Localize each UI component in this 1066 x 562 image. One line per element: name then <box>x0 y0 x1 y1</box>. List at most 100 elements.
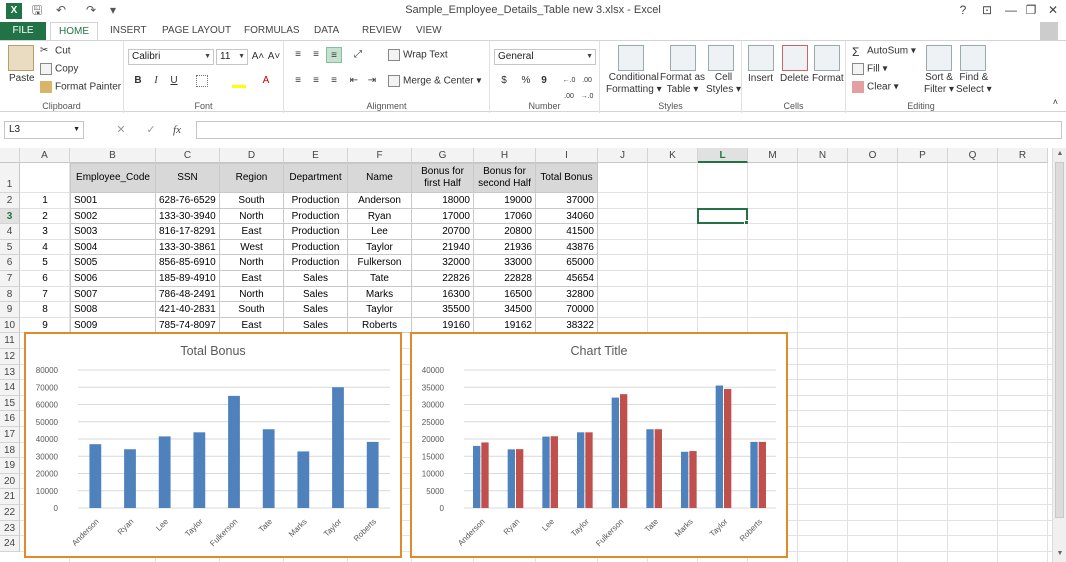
column-header-d[interactable]: D <box>220 148 284 163</box>
row-header-21[interactable]: 21 <box>0 489 20 505</box>
cut-button[interactable]: ✂ Cut <box>40 45 71 57</box>
table-cell[interactable]: North <box>220 286 284 303</box>
row-header-22[interactable]: 22 <box>0 505 20 521</box>
row-header-17[interactable]: 17 <box>0 427 20 443</box>
align-center-icon[interactable]: ≡ <box>308 73 324 89</box>
middle-align-icon[interactable]: ≡ <box>308 47 324 63</box>
table-cell[interactable]: 33000 <box>474 255 536 271</box>
fill-handle[interactable] <box>744 220 749 226</box>
row-index-cell[interactable]: 5 <box>20 255 70 271</box>
clear-button[interactable]: Clear ▾ <box>852 81 899 93</box>
ribbon-display-options-button[interactable]: ⊡ <box>976 2 998 18</box>
row-index-cell[interactable]: 3 <box>20 224 70 240</box>
row-header-9[interactable]: 9 <box>0 302 20 318</box>
row-header-12[interactable]: 12 <box>0 349 20 365</box>
table-cell[interactable]: 34500 <box>474 302 536 318</box>
vertical-scrollbar[interactable]: ▲ ▼ <box>1052 148 1066 562</box>
table-cell[interactable]: 185-89-4910 <box>156 271 220 287</box>
font-name-dropdown[interactable]: Calibri ▼ <box>128 49 214 65</box>
name-box[interactable]: L3 ▼ <box>4 121 84 139</box>
user-avatar-icon[interactable] <box>1040 22 1058 40</box>
table-header-cell[interactable]: Bonus for first Half <box>412 163 474 193</box>
table-cell[interactable]: Production <box>284 208 348 225</box>
row-index-cell[interactable]: 4 <box>20 240 70 256</box>
table-cell[interactable]: S005 <box>70 255 156 271</box>
format-painter-button[interactable]: Format Painter <box>40 81 121 93</box>
scroll-down-icon[interactable]: ▼ <box>1053 548 1066 560</box>
table-cell[interactable]: Production <box>284 193 348 209</box>
row-header-20[interactable]: 20 <box>0 473 20 490</box>
bold-button[interactable]: B <box>130 73 146 89</box>
table-cell[interactable]: Lee <box>348 224 412 240</box>
table-cell[interactable]: 133-30-3940 <box>156 208 220 225</box>
row-header-3[interactable]: 3 <box>0 208 20 225</box>
table-header-cell[interactable]: Employee_Code <box>70 163 156 193</box>
row-header-5[interactable]: 5 <box>0 239 20 256</box>
table-cell[interactable]: Marks <box>348 286 412 303</box>
table-cell[interactable]: 133-30-3861 <box>156 239 220 256</box>
comma-style-button[interactable]: 9 <box>536 73 552 89</box>
row-header-6[interactable]: 6 <box>0 255 20 271</box>
font-size-dropdown[interactable]: 11 ▼ <box>216 49 248 65</box>
table-cell[interactable]: Tate <box>348 271 412 287</box>
select-all-corner[interactable] <box>0 148 20 163</box>
collapse-ribbon-icon[interactable]: ˄ <box>1053 97 1058 107</box>
table-cell[interactable]: 628-76-6529 <box>156 193 220 209</box>
column-header-a[interactable]: A <box>20 148 70 163</box>
table-cell[interactable]: 421-40-2831 <box>156 302 220 318</box>
table-cell[interactable]: Production <box>284 255 348 271</box>
table-cell[interactable]: Ryan <box>348 208 412 225</box>
table-header-cell[interactable]: Name <box>348 163 412 193</box>
row-header-23[interactable]: 23 <box>0 520 20 537</box>
column-header-q[interactable]: Q <box>948 148 998 163</box>
table-cell[interactable]: 16300 <box>412 286 474 303</box>
row-header-24[interactable]: 24 <box>0 536 20 552</box>
table-cell[interactable]: 34060 <box>536 208 598 225</box>
cell-styles-icon[interactable] <box>708 45 734 71</box>
align-left-icon[interactable]: ≡ <box>290 73 306 89</box>
table-cell[interactable]: South <box>220 302 284 318</box>
row-header-2[interactable]: 2 <box>0 193 20 209</box>
row-header-14[interactable]: 14 <box>0 380 20 396</box>
sort-filter-button[interactable]: Sort & Filter ▾ <box>924 72 954 96</box>
row-header-7[interactable]: 7 <box>0 271 20 287</box>
top-align-icon[interactable]: ≡ <box>290 47 306 63</box>
tab-data[interactable]: DATA <box>306 22 347 40</box>
table-cell[interactable]: 35500 <box>412 302 474 318</box>
table-cell[interactable]: 32000 <box>412 255 474 271</box>
close-button[interactable]: ✕ <box>1042 2 1064 18</box>
table-cell[interactable]: Taylor <box>348 239 412 256</box>
table-cell[interactable]: 20800 <box>474 224 536 240</box>
tab-file[interactable]: FILE <box>0 22 46 40</box>
table-cell[interactable]: 43876 <box>536 239 598 256</box>
format-as-table-icon[interactable] <box>670 45 696 71</box>
delete-cells-icon[interactable] <box>782 45 808 71</box>
table-cell[interactable]: S003 <box>70 224 156 240</box>
cancel-icon[interactable]: ✕ <box>112 122 130 138</box>
column-header-n[interactable]: N <box>798 148 848 163</box>
column-header-k[interactable]: K <box>648 148 698 163</box>
conditional-formatting-icon[interactable] <box>618 45 644 71</box>
row-index-cell[interactable]: 1 <box>20 193 70 209</box>
number-format-dropdown[interactable]: General ▼ <box>494 49 596 65</box>
row-header-11[interactable]: 11 <box>0 333 20 349</box>
table-header-cell[interactable]: SSN <box>156 163 220 193</box>
row-header-1[interactable]: 1 <box>0 163 20 193</box>
row-header-15[interactable]: 15 <box>0 395 20 412</box>
decrease-indent-icon[interactable]: ⇤ <box>346 73 362 89</box>
table-cell[interactable]: 21936 <box>474 239 536 256</box>
shrink-font-button[interactable]: A˅ <box>266 49 282 65</box>
increase-indent-icon[interactable]: ⇥ <box>364 73 380 89</box>
column-header-b[interactable]: B <box>70 148 156 163</box>
row-index-cell[interactable]: 2 <box>20 209 70 225</box>
table-cell[interactable]: 21940 <box>412 239 474 256</box>
table-cell[interactable]: Fulkerson <box>348 255 412 271</box>
table-cell[interactable]: Production <box>284 224 348 240</box>
tab-formulas[interactable]: FORMULAS <box>236 22 308 40</box>
tab-home[interactable]: HOME <box>50 22 98 41</box>
column-header-l[interactable]: L <box>698 148 748 163</box>
column-header-j[interactable]: J <box>598 148 648 163</box>
row-index-cell[interactable]: 8 <box>20 302 70 318</box>
decrease-decimal-button[interactable]: .00 →.0 <box>578 73 596 100</box>
column-header-e[interactable]: E <box>284 148 348 163</box>
